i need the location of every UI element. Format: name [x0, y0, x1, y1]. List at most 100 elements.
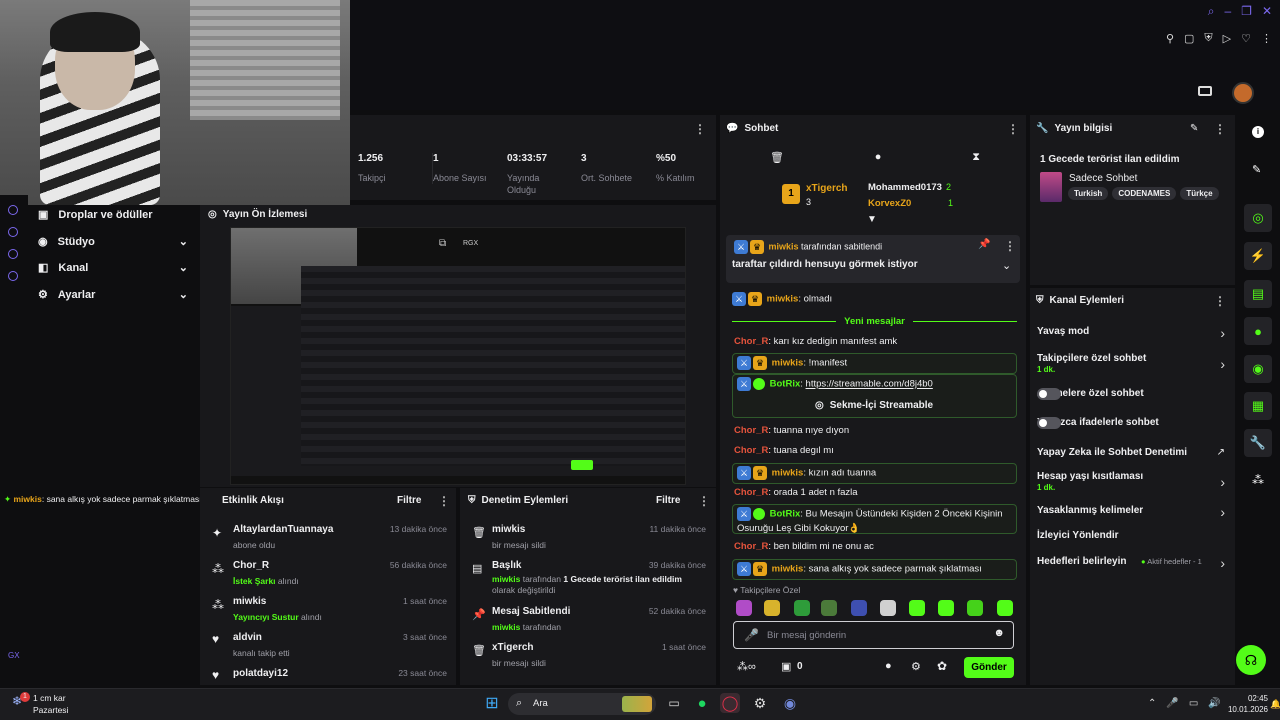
- hourglass-icon[interactable]: ⧗: [972, 151, 980, 164]
- action-raid[interactable]: İzleyici Yönlendir: [1037, 530, 1225, 548]
- emoji-icon[interactable]: ☻: [993, 627, 1005, 639]
- screenshot-icon[interactable]: ▢: [1184, 32, 1194, 45]
- emote-icon[interactable]: [967, 600, 983, 616]
- theatre-icon[interactable]: [1198, 86, 1212, 96]
- emote-icon[interactable]: [909, 600, 925, 616]
- steam-icon[interactable]: ⚙: [750, 693, 770, 713]
- sidebar-item-settings[interactable]: ⚙ Ayarlar ⌄: [38, 288, 188, 302]
- category-name[interactable]: Sadece Sohbet: [1069, 173, 1137, 184]
- emote-picker-icon[interactable]: ✿: [937, 659, 947, 673]
- subscribers-only-toggle[interactable]: [1037, 388, 1061, 400]
- pinned-message[interactable]: ⚔ ♛ miwkis tarafından sabitlendi 📌 ⋮ tara…: [726, 235, 1020, 283]
- play-icon[interactable]: ▷: [1223, 32, 1231, 45]
- opera-gx-icon[interactable]: ◯: [720, 693, 740, 713]
- moderation-filter-button[interactable]: Filtre: [656, 495, 680, 506]
- avatar[interactable]: [1232, 82, 1254, 104]
- chevron-down-icon[interactable]: ▼: [867, 214, 877, 225]
- emote-icon[interactable]: [736, 600, 752, 616]
- streamable-button[interactable]: ◎ Sekme-İçi Streamable: [815, 399, 933, 413]
- chevron-down-icon[interactable]: ⌄: [1002, 259, 1011, 272]
- chat-user[interactable]: miwkis: [772, 358, 804, 369]
- moderation-menu-icon[interactable]: ⋮: [698, 494, 710, 508]
- sidebar-item-drops[interactable]: ▣ Droplar ve ödüller: [38, 208, 153, 222]
- emote-icon[interactable]: [794, 600, 810, 616]
- emote-icon[interactable]: [851, 600, 867, 616]
- action-slow-mode[interactable]: Yavaş mod ›: [1037, 325, 1225, 344]
- chat-menu-icon[interactable]: ⋮: [1007, 122, 1019, 136]
- chat-user[interactable]: Chor_R: [734, 541, 768, 552]
- info-icon[interactable]: i: [1252, 126, 1264, 138]
- chat-bubble-icon[interactable]: ●: [1244, 317, 1272, 345]
- chat-user[interactable]: miwkis: [767, 294, 799, 305]
- shield-icon[interactable]: ⛨: [1204, 32, 1212, 45]
- trash-icon[interactable]: 🗑: [770, 151, 784, 164]
- community-icon[interactable]: ⁂: [1252, 473, 1264, 487]
- gear-icon[interactable]: ⚙: [911, 660, 921, 673]
- chat-bubble-icon[interactable]: ●: [875, 151, 882, 164]
- gifter-name[interactable]: KorvexZ0: [868, 198, 911, 209]
- channel-actions-menu-icon[interactable]: ⋮: [1214, 294, 1226, 308]
- sidebar-item-channel[interactable]: ◧ Kanal ⌄: [38, 261, 188, 275]
- chevron-up-icon[interactable]: ⌃: [1148, 698, 1156, 709]
- gift-icon[interactable]: ▣: [781, 660, 791, 673]
- chat-user[interactable]: Chor_R: [734, 336, 768, 347]
- popout-icon[interactable]: ⧉: [439, 238, 446, 249]
- volume-icon[interactable]: 🔊: [1208, 698, 1220, 709]
- activity-filter-button[interactable]: Filtre: [397, 495, 421, 506]
- drops-rail-icon[interactable]: [8, 205, 18, 215]
- chat-user[interactable]: Chor_R: [734, 487, 768, 498]
- emotes-only-toggle[interactable]: [1037, 417, 1061, 429]
- emote-icon[interactable]: [821, 600, 837, 616]
- edit-icon[interactable]: ✎: [1190, 123, 1198, 134]
- weather-widget[interactable]: ❄ 1 1 cm kar Pazartesi: [12, 692, 112, 716]
- users-icon[interactable]: ⁂∞: [737, 660, 756, 673]
- chat-user[interactable]: Chor_R: [734, 445, 768, 456]
- action-banned-words[interactable]: Yasaklanmış kelimeler ›: [1037, 504, 1225, 523]
- wrench-icon[interactable]: 🔧: [1244, 429, 1272, 457]
- chat-user[interactable]: Chor_R: [734, 425, 768, 436]
- preview-video[interactable]: ⧉ RGX: [230, 227, 686, 485]
- chat-user[interactable]: BotRix: [770, 379, 801, 390]
- edit-icon[interactable]: ✎: [1252, 163, 1261, 176]
- action-followers-only[interactable]: Takipçilere özel sohbet 1 dk. ›: [1037, 353, 1225, 377]
- screen-capture-icon[interactable]: ◎: [1244, 204, 1272, 232]
- settings-rail-icon[interactable]: [8, 271, 18, 281]
- tag-pill[interactable]: Türkçe: [1180, 187, 1219, 200]
- layout-icon[interactable]: ▦: [1244, 392, 1272, 420]
- gifter-name[interactable]: Mohammed0173: [868, 182, 942, 193]
- history-rail-icon[interactable]: [8, 249, 18, 259]
- mic-icon[interactable]: 🎤: [744, 628, 759, 642]
- gifter-name[interactable]: xTigerch: [806, 183, 848, 194]
- activity-menu-icon[interactable]: ⋮: [438, 494, 450, 508]
- emote-icon[interactable]: [880, 600, 896, 616]
- stats-menu-icon[interactable]: ⋮: [694, 122, 706, 136]
- lightning-icon[interactable]: ⚡: [1244, 242, 1272, 270]
- network-icon[interactable]: ▭: [1189, 698, 1198, 709]
- clock-rail-icon[interactable]: [8, 227, 18, 237]
- menu-icon[interactable]: ⋮: [1261, 32, 1272, 45]
- pin-icon[interactable]: 📌: [978, 239, 990, 250]
- emote-icon[interactable]: [938, 600, 954, 616]
- emote-icon[interactable]: [997, 600, 1013, 616]
- search-icon[interactable]: ⌕: [1208, 4, 1215, 19]
- task-view-icon[interactable]: ▭: [664, 693, 684, 713]
- tag-pill[interactable]: Turkish: [1068, 187, 1109, 200]
- minimize-icon[interactable]: –: [1224, 4, 1231, 19]
- sidebar-item-studio[interactable]: ◉ Stüdyo ⌄: [38, 235, 188, 249]
- mic-icon[interactable]: 🎤: [1166, 698, 1178, 709]
- clipboard-icon[interactable]: ▤: [1244, 280, 1272, 308]
- chat-link[interactable]: https://streamable.com/d8j4b0: [806, 379, 933, 390]
- maximize-icon[interactable]: ❐: [1241, 4, 1252, 19]
- tag-pill[interactable]: CODENAMES: [1112, 187, 1177, 200]
- chat-user[interactable]: BotRix: [770, 509, 801, 520]
- support-icon[interactable]: ☊: [1236, 645, 1266, 675]
- close-icon[interactable]: ✕: [1262, 4, 1272, 19]
- chat-settings-icon[interactable]: ●: [885, 660, 892, 672]
- broadcast-icon[interactable]: ◉: [1244, 355, 1272, 383]
- stream-info-menu-icon[interactable]: ⋮: [1214, 122, 1226, 136]
- pin-icon[interactable]: ⚲: [1166, 32, 1174, 45]
- send-button[interactable]: Gönder: [964, 657, 1014, 678]
- action-goals[interactable]: Hedefleri belirleyin ● Aktif hedefler - …: [1037, 555, 1225, 574]
- notification-bell-icon[interactable]: 🔔: [1270, 699, 1280, 710]
- clock[interactable]: 02:45 10.01.2026: [1226, 693, 1268, 715]
